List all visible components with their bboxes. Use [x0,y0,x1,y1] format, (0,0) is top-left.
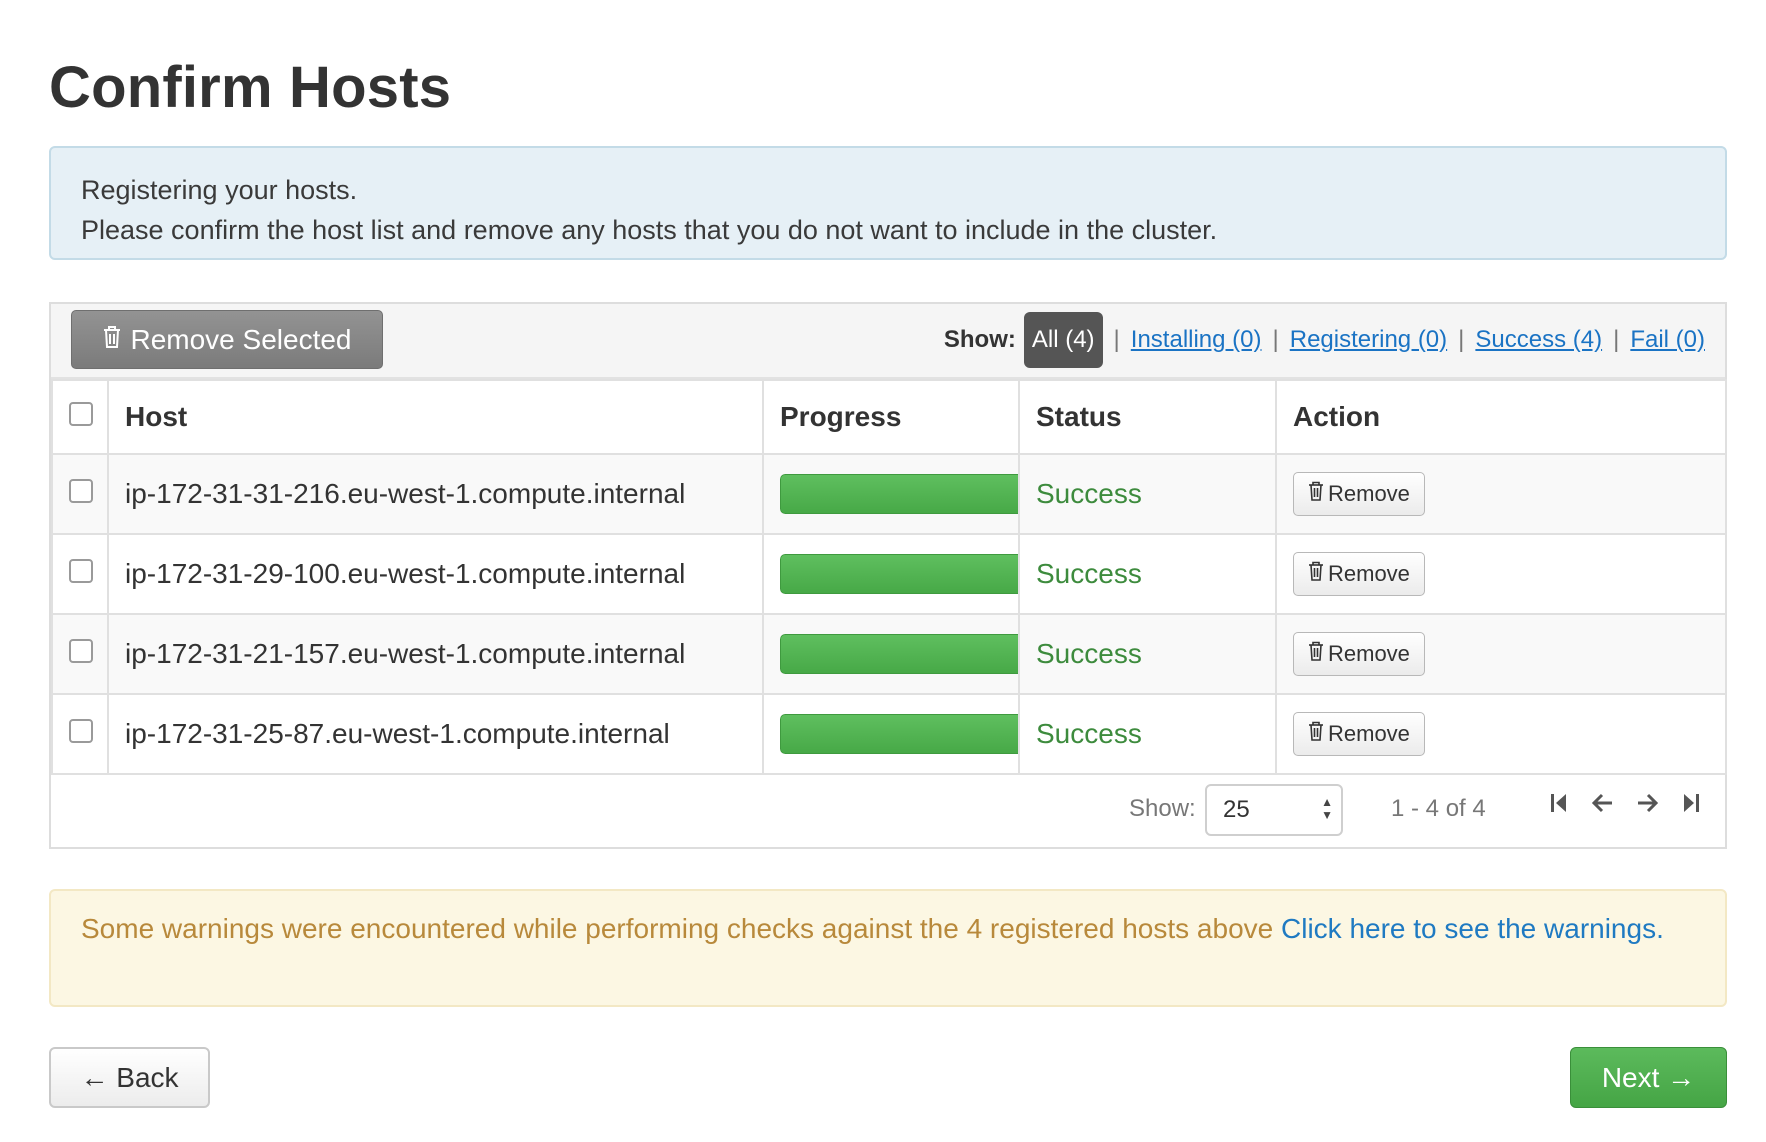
info-line-2: Please confirm the host list and remove … [81,215,1218,245]
progress-bar [780,474,1034,514]
hosts-toolbar: Remove Selected Show: All (4) | Installi… [51,304,1725,379]
info-alert: Registering your hosts. Please confirm t… [49,146,1727,260]
pagination-bar: Show: 25 ▲ ▼ 1 - 4 of 4 [51,773,1725,847]
page-title: Confirm Hosts [49,55,452,120]
progress-fill [780,554,1034,594]
remove-host-label: Remove [1328,561,1410,586]
row-checkbox-cell [51,533,109,615]
filter-separator: | [1613,326,1620,353]
info-line-1: Registering your hosts. [81,175,358,205]
select-all-checkbox[interactable] [69,402,93,426]
column-header-action: Action [1275,379,1727,455]
progress-bar [780,554,1034,594]
action-cell: Remove [1275,613,1727,695]
remove-host-button[interactable]: Remove [1293,552,1425,596]
host-name: ip-172-31-25-87.eu-west-1.compute.intern… [107,693,764,775]
filter-success[interactable]: Success (4) [1475,326,1602,354]
host-name: ip-172-31-31-216.eu-west-1.compute.inter… [107,453,764,535]
status-text: Success [1018,613,1277,695]
filter-separator: | [1113,326,1120,353]
filter-installing[interactable]: Installing (0) [1131,326,1262,354]
select-all-cell [51,379,109,455]
table-header-row: Host Progress Status Action [51,379,1727,455]
progress-cell [762,533,1034,615]
hosts-panel: Remove Selected Show: All (4) | Installi… [49,302,1727,849]
row-checkbox[interactable] [69,479,93,503]
remove-host-button[interactable]: Remove [1293,472,1425,516]
progress-bar [780,634,1034,674]
action-cell: Remove [1275,533,1727,615]
progress-fill [780,474,1034,514]
warning-alert: Some warnings were encountered while per… [49,889,1727,1007]
row-checkbox-cell [51,453,109,535]
table-row: ip-172-31-21-157.eu-west-1.compute.inter… [51,613,1727,695]
progress-cell [762,453,1034,535]
action-cell: Remove [1275,453,1727,535]
column-header-host[interactable]: Host [107,379,764,455]
table-row: ip-172-31-29-100.eu-west-1.compute.inter… [51,533,1727,615]
page-size-select[interactable]: 25 ▲ ▼ [1205,784,1343,836]
row-checkbox[interactable] [69,719,93,743]
filter-registering[interactable]: Registering (0) [1290,326,1447,354]
status-text: Success [1018,533,1277,615]
remove-selected-label: Remove Selected [130,323,352,355]
row-checkbox-cell [51,693,109,775]
trash-icon [1308,641,1324,667]
remove-selected-button[interactable]: Remove Selected [71,310,383,369]
row-checkbox[interactable] [69,639,93,663]
hosts-table: Host Progress Status Action ip-172-31-31… [51,379,1727,775]
page-size-label: Show: [1129,795,1196,822]
remove-host-button[interactable]: Remove [1293,632,1425,676]
progress-bar [780,714,1034,754]
page-nav [1546,791,1704,822]
last-page-icon[interactable] [1678,791,1704,822]
action-cell: Remove [1275,693,1727,775]
status-text: Success [1018,453,1277,535]
trash-icon [1308,481,1324,507]
table-row: ip-172-31-31-216.eu-west-1.compute.inter… [51,453,1727,535]
progress-cell [762,613,1034,695]
trash-icon [1308,721,1324,747]
status-text: Success [1018,693,1277,775]
filter-show-label: Show: [943,326,1016,353]
trash-icon [1308,561,1324,587]
host-name: ip-172-31-29-100.eu-west-1.compute.inter… [107,533,764,615]
status-filter: Show: All (4) | Installing (0) | Registe… [944,312,1705,368]
remove-host-label: Remove [1328,641,1410,666]
column-header-status[interactable]: Status [1018,379,1277,455]
next-page-icon[interactable] [1634,791,1660,822]
filter-all[interactable]: All (4) [1023,312,1103,368]
host-name: ip-172-31-21-157.eu-west-1.compute.inter… [107,613,764,695]
page-size-value: 25 [1223,796,1250,823]
next-button[interactable]: Next → [1570,1047,1727,1108]
row-checkbox[interactable] [69,559,93,583]
remove-host-label: Remove [1328,721,1410,746]
column-header-progress[interactable]: Progress [762,379,1020,455]
first-page-icon[interactable] [1546,791,1572,822]
progress-fill [780,634,1034,674]
back-button[interactable]: ← Back [49,1047,210,1108]
row-checkbox-cell [51,613,109,695]
progress-cell [762,693,1034,775]
remove-host-button[interactable]: Remove [1293,712,1425,756]
trash-icon [102,324,122,356]
page-range: 1 - 4 of 4 [1391,795,1486,822]
table-row: ip-172-31-25-87.eu-west-1.compute.intern… [51,693,1727,775]
remove-host-label: Remove [1328,481,1410,506]
warning-text: Some warnings were encountered while per… [81,913,1281,944]
prev-page-icon[interactable] [1590,791,1616,822]
progress-fill [780,714,1034,754]
select-arrows-icon: ▲ ▼ [1321,795,1333,822]
warnings-link[interactable]: Click here to see the warnings. [1281,913,1664,944]
filter-separator: | [1458,326,1465,353]
filter-fail[interactable]: Fail (0) [1630,326,1705,354]
filter-separator: | [1272,326,1279,353]
